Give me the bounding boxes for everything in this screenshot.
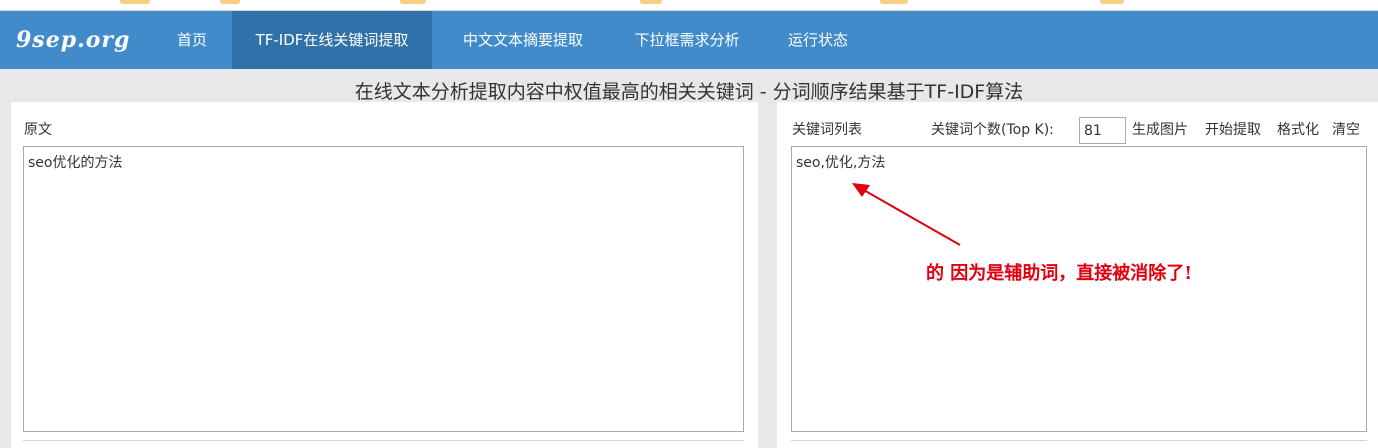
source-label: 原文: [24, 122, 52, 138]
top-strip: [0, 0, 1378, 11]
start-extract-button[interactable]: 开始提取: [1205, 118, 1261, 142]
generate-image-button[interactable]: 生成图片: [1132, 118, 1188, 142]
source-divider: [23, 440, 744, 441]
nav-item-dropdown-analysis[interactable]: 下拉框需求分析: [614, 11, 760, 69]
annotation-arrow-icon: [852, 183, 961, 246]
keywords-divider: [791, 440, 1367, 441]
nav-item-summary[interactable]: 中文文本摘要提取: [440, 11, 606, 69]
nav-item-status[interactable]: 运行状态: [768, 11, 868, 69]
topk-input[interactable]: [1079, 117, 1126, 144]
annotation-text: 的 因为是辅助词，直接被消除了!: [926, 263, 1193, 284]
navbar: 9sep.org 首页 TF-IDF在线关键词提取 中文文本摘要提取 下拉框需求…: [0, 11, 1378, 69]
nav-item-home[interactable]: 首页: [160, 11, 224, 69]
site-logo[interactable]: 9sep.org: [16, 24, 130, 56]
format-button[interactable]: 格式化: [1277, 118, 1319, 142]
clear-button[interactable]: 清空: [1332, 118, 1360, 142]
keywords-label: 关键词列表: [792, 122, 862, 138]
nav-item-tfidf[interactable]: TF-IDF在线关键词提取: [232, 11, 432, 69]
topk-label: 关键词个数(Top K):: [931, 122, 1054, 138]
source-textarea[interactable]: seo优化的方法: [23, 146, 744, 432]
